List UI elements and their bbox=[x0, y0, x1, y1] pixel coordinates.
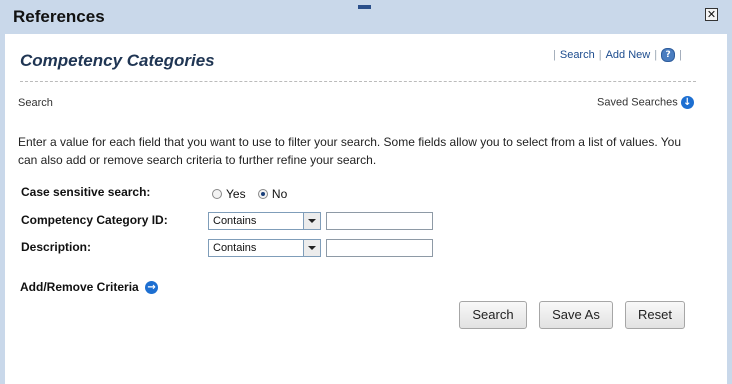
case-sensitive-label: Case sensitive search: bbox=[21, 185, 151, 199]
divider: | bbox=[679, 48, 682, 61]
description-operator-value: Contains bbox=[213, 242, 257, 254]
competency-category-id-label: Competency Category ID: bbox=[21, 213, 168, 227]
no-radio-label[interactable]: No bbox=[272, 187, 287, 201]
search-link[interactable]: Search bbox=[560, 49, 595, 61]
divider bbox=[20, 81, 696, 82]
close-icon[interactable]: ✕ bbox=[705, 8, 718, 21]
add-remove-criteria-label[interactable]: Add/Remove Criteria bbox=[20, 280, 139, 294]
id-operator-value: Contains bbox=[213, 215, 257, 227]
drag-handle-icon[interactable] bbox=[358, 5, 371, 9]
add-new-link[interactable]: Add New bbox=[606, 49, 651, 61]
description-operator-select[interactable]: Contains bbox=[208, 239, 321, 257]
id-value-input[interactable] bbox=[326, 212, 433, 230]
dialog-body: Competency Categories | Search | Add New |? |… bbox=[5, 34, 727, 384]
search-button[interactable]: Search bbox=[459, 301, 527, 329]
case-sensitive-radio-group: Yes No bbox=[212, 187, 287, 201]
saved-searches-link[interactable]: Saved Searches ↓ bbox=[597, 96, 694, 109]
reset-button[interactable]: Reset bbox=[625, 301, 685, 329]
add-remove-criteria-link[interactable]: Add/Remove Criteria → bbox=[20, 280, 159, 295]
help-icon[interactable]: ? bbox=[661, 48, 676, 62]
id-operator-select[interactable]: Contains bbox=[208, 212, 321, 230]
arrow-down-circle-icon[interactable]: ↓ bbox=[680, 96, 694, 109]
arrow-right-circle-icon[interactable]: → bbox=[145, 281, 159, 295]
yes-radio[interactable] bbox=[212, 189, 222, 199]
instructions-text: Enter a value for each field that you wa… bbox=[18, 135, 682, 167]
dialog-titlebar: References ✕ bbox=[0, 0, 732, 34]
divider: | bbox=[553, 48, 556, 61]
yes-radio-label[interactable]: Yes bbox=[226, 187, 246, 201]
section-label: Search bbox=[18, 97, 53, 109]
chevron-down-icon[interactable] bbox=[303, 240, 320, 256]
page-title: Competency Categories bbox=[20, 51, 215, 70]
description-label: Description: bbox=[21, 240, 92, 254]
save-as-button[interactable]: Save As bbox=[539, 301, 613, 329]
no-radio[interactable] bbox=[257, 189, 268, 199]
dialog-title: References bbox=[13, 7, 105, 26]
divider: | bbox=[598, 48, 602, 61]
chevron-down-icon[interactable] bbox=[303, 213, 320, 229]
top-links: | Search | Add New |? | bbox=[549, 48, 686, 62]
saved-searches-label: Saved Searches bbox=[597, 96, 678, 109]
description-value-input[interactable] bbox=[326, 239, 433, 257]
divider: | bbox=[654, 48, 658, 61]
